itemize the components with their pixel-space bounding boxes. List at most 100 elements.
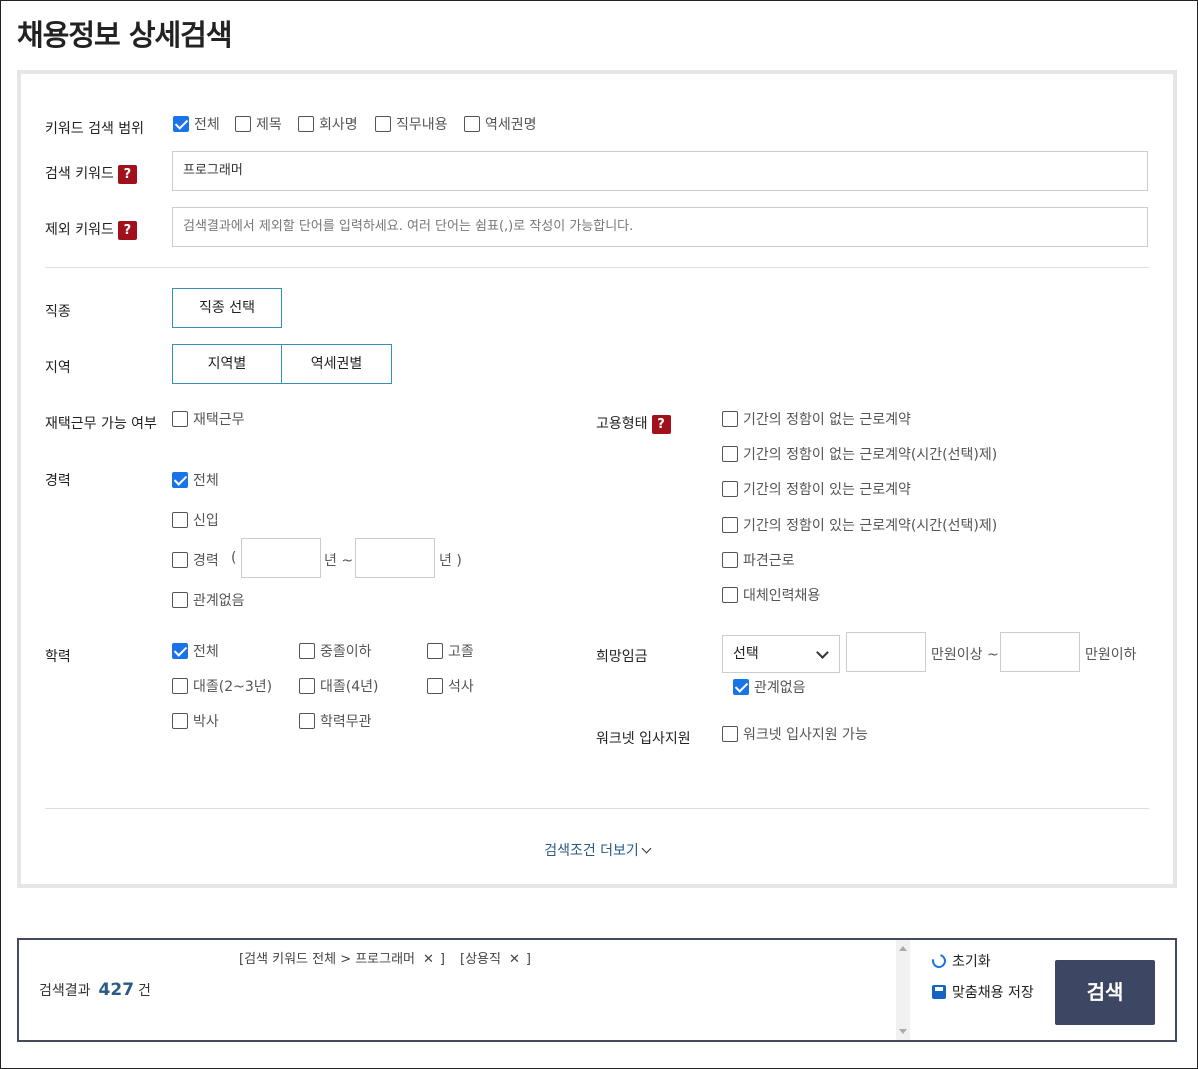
checkbox[interactable] [172, 472, 188, 488]
career-option-any[interactable]: 관계없음 [172, 590, 245, 610]
education-option[interactable]: 석사 [427, 676, 474, 696]
tags-scrollbar[interactable] [896, 940, 910, 1040]
region-label: 지역 [45, 360, 71, 376]
education-option[interactable]: 학력무관 [299, 711, 372, 731]
keyword-scope-label: 키워드 검색 범위 [45, 121, 145, 137]
checkbox[interactable] [722, 446, 738, 462]
checkbox[interactable] [299, 643, 315, 659]
scope-option-duty[interactable]: 직무내용 [375, 114, 448, 134]
remote-option[interactable]: 재택근무 [172, 409, 245, 429]
chevron-down-icon [641, 843, 652, 854]
more-conditions-link[interactable]: 검색조건 더보기 [21, 840, 1173, 860]
career-range-open: ( [231, 550, 237, 566]
region-by-area-button[interactable]: 지역별 [172, 344, 282, 384]
employment-option[interactable]: 파견근로 [722, 550, 795, 570]
close-icon[interactable]: ✕ [509, 952, 520, 967]
filter-tag: [검색 키워드 전체 > 프로그래머 ✕] [239, 952, 445, 967]
career-years-from-input[interactable] [241, 538, 321, 578]
search-panel: 키워드 검색 범위 전체 제목 회사명 직무내용 역세권명 검색 키워드? 프로… [17, 70, 1177, 888]
result-count-number: 427 [98, 980, 135, 1000]
employment-label: 고용형태? [596, 413, 671, 434]
job-type-select-button[interactable]: 직종 선택 [172, 288, 282, 328]
salary-any-option[interactable]: 관계없음 [733, 677, 806, 697]
checkbox[interactable] [427, 678, 443, 694]
education-option-all[interactable]: 전체 [172, 641, 219, 661]
career-option-experienced[interactable]: 경력 [172, 550, 219, 570]
close-icon[interactable]: ✕ [423, 952, 434, 967]
checkbox[interactable] [722, 552, 738, 568]
checkbox[interactable] [299, 713, 315, 729]
checkbox[interactable] [172, 411, 188, 427]
search-keyword-label: 검색 키워드? [45, 163, 137, 184]
scope-option-company[interactable]: 회사명 [298, 114, 358, 134]
employment-option[interactable]: 기간의 정함이 있는 근로계약 [722, 479, 911, 499]
checkbox[interactable] [172, 552, 188, 568]
scope-option-station[interactable]: 역세권명 [464, 114, 537, 134]
filter-tag: [상용직 ✕] [460, 952, 531, 967]
checkbox[interactable] [173, 116, 189, 132]
help-icon[interactable]: ? [117, 164, 137, 184]
career-option-new[interactable]: 신입 [172, 510, 219, 530]
scope-option-title[interactable]: 제목 [235, 114, 282, 134]
salary-min-input[interactable] [846, 632, 926, 672]
career-unit-from: 년 ~ [324, 553, 354, 569]
checkbox[interactable] [722, 517, 738, 533]
education-option[interactable]: 대졸(4년) [299, 676, 378, 696]
divider [45, 808, 1149, 809]
employment-option[interactable]: 기간의 정함이 없는 근로계약 [722, 409, 911, 429]
education-option[interactable]: 박사 [172, 711, 219, 731]
career-option-all[interactable]: 전체 [172, 470, 219, 490]
checkbox[interactable] [427, 643, 443, 659]
checkbox[interactable] [298, 116, 314, 132]
education-option[interactable]: 대졸(2~3년) [172, 676, 272, 696]
salary-max-input[interactable] [1000, 632, 1080, 672]
checkbox[interactable] [733, 679, 749, 695]
chevron-down-icon [816, 646, 829, 659]
checkbox[interactable] [172, 678, 188, 694]
checkbox[interactable] [375, 116, 391, 132]
checkbox[interactable] [235, 116, 251, 132]
checkbox[interactable] [299, 678, 315, 694]
education-option[interactable]: 고졸 [427, 641, 474, 661]
search-button[interactable]: 검색 [1055, 960, 1155, 1025]
checkbox[interactable] [172, 713, 188, 729]
worknet-option[interactable]: 워크넷 입사지원 가능 [722, 724, 868, 744]
employment-option[interactable]: 대체인력채용 [722, 585, 820, 605]
result-count: 검색결과 427 건 [39, 980, 151, 1000]
refresh-icon [929, 951, 949, 971]
save-custom-search-button[interactable]: 맞춤채용 저장 [932, 982, 1034, 1002]
checkbox[interactable] [722, 411, 738, 427]
scroll-down-arrow-icon[interactable] [899, 1029, 907, 1034]
help-icon[interactable]: ? [651, 414, 671, 434]
education-option[interactable]: 중졸이하 [299, 641, 372, 661]
search-keyword-input[interactable]: 프로그래머 [172, 151, 1148, 191]
remote-label: 재택근무 가능 여부 [45, 416, 157, 432]
salary-min-unit: 만원이상 ~ [931, 647, 999, 663]
checkbox[interactable] [172, 512, 188, 528]
checkbox[interactable] [464, 116, 480, 132]
worknet-label: 워크넷 입사지원 [596, 731, 691, 747]
checkbox[interactable] [172, 592, 188, 608]
reset-button[interactable]: 초기화 [929, 951, 991, 971]
employment-option[interactable]: 기간의 정함이 있는 근로계약(시간(선택)제) [722, 515, 997, 535]
save-icon [932, 985, 946, 999]
salary-type-select[interactable]: 선택 [722, 635, 840, 673]
scope-option-all[interactable]: 전체 [173, 114, 220, 134]
page-title: 채용정보 상세검색 [17, 18, 233, 52]
help-icon[interactable]: ? [117, 220, 137, 240]
salary-label: 희망임금 [596, 649, 648, 665]
exclude-keyword-input[interactable]: 검색결과에서 제외할 단어를 입력하세요. 여러 단어는 쉼표(,)로 작성이 … [172, 207, 1148, 247]
employment-option[interactable]: 기간의 정함이 없는 근로계약(시간(선택)제) [722, 444, 997, 464]
checkbox[interactable] [722, 481, 738, 497]
divider [45, 267, 1149, 268]
salary-max-unit: 만원이하 [1085, 647, 1137, 663]
career-years-to-input[interactable] [355, 538, 435, 578]
scroll-up-arrow-icon[interactable] [899, 946, 907, 951]
checkbox[interactable] [172, 643, 188, 659]
result-bar: [검색 키워드 전체 > 프로그래머 ✕] [상용직 ✕] 검색결과 427 건 초기화… [17, 938, 1177, 1042]
region-by-station-button[interactable]: 역세권별 [281, 344, 392, 384]
checkbox[interactable] [722, 587, 738, 603]
career-label: 경력 [45, 473, 71, 489]
job-type-label: 직종 [45, 304, 71, 320]
checkbox[interactable] [722, 726, 738, 742]
